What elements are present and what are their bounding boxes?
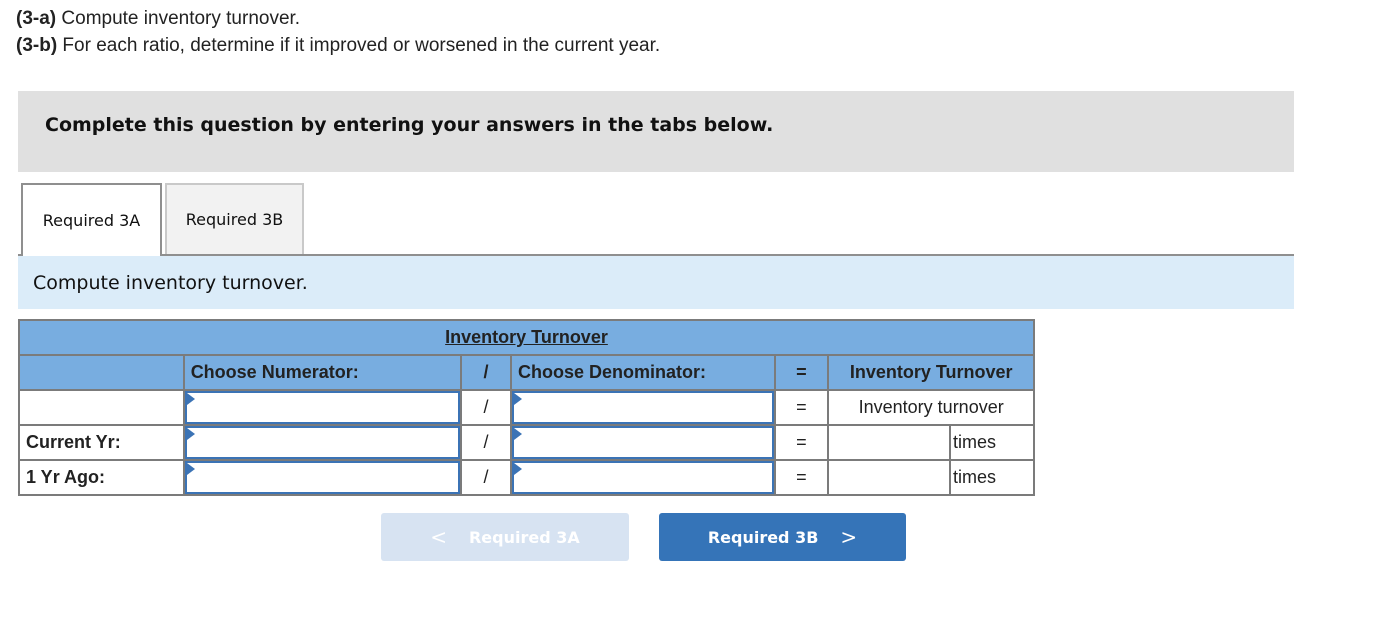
header-divide: /	[460, 354, 512, 391]
instruction-3b: (3-b) For each ratio, determine if it im…	[16, 35, 661, 56]
denominator-dropdown[interactable]	[511, 461, 774, 494]
tab-required-3b[interactable]: Required 3B	[165, 183, 304, 254]
row-label: Current Yr:	[18, 424, 185, 461]
row-label	[18, 389, 185, 426]
numerator-dropdown[interactable]	[184, 461, 461, 494]
instruction-banner: Complete this question by entering your …	[18, 91, 1294, 172]
unit-label: times	[949, 424, 1035, 461]
header-equals: =	[773, 354, 830, 391]
chevron-left-icon: <	[430, 525, 447, 549]
dropdown-indicator-icon	[513, 463, 522, 475]
turnover-input-current-yr[interactable]	[829, 426, 950, 459]
header-denominator: Choose Denominator:	[509, 354, 776, 391]
unit-label: times	[949, 459, 1035, 496]
header-blank	[18, 354, 185, 391]
table-title: Inventory Turnover	[445, 327, 608, 347]
dropdown-indicator-icon	[186, 428, 195, 440]
dropdown-indicator-icon	[513, 393, 522, 405]
next-button-label: Required 3B	[707, 527, 819, 547]
tab-required-3a[interactable]: Required 3A	[21, 183, 162, 256]
equals-sign: =	[773, 424, 830, 461]
table-header-row: Choose Numerator: / Choose Denominator: …	[18, 354, 1035, 391]
row-label: 1 Yr Ago:	[18, 459, 185, 496]
next-required-3b-button[interactable]: Required 3B >	[659, 513, 906, 561]
dropdown-indicator-icon	[186, 393, 195, 405]
equals-sign: =	[773, 459, 830, 496]
prev-required-3a-button[interactable]: < Required 3A	[381, 513, 629, 561]
table-row: 1 Yr Ago: / = times	[18, 459, 1035, 496]
table-row: / = Inventory turnover	[18, 389, 1035, 426]
table-row: Current Yr: / = times	[18, 424, 1035, 461]
header-result: Inventory Turnover	[827, 354, 1035, 391]
numerator-dropdown[interactable]	[184, 391, 461, 424]
banner-text: Complete this question by entering your …	[45, 114, 774, 136]
prev-button-label: Required 3A	[468, 527, 580, 547]
divide-sign: /	[460, 389, 512, 426]
numerator-dropdown[interactable]	[184, 426, 461, 459]
inventory-turnover-table: Inventory Turnover Choose Numerator: / C…	[18, 319, 1035, 496]
instruction-3a: (3-a) Compute inventory turnover.	[16, 8, 301, 29]
chevron-right-icon: >	[840, 525, 858, 549]
table-title-row: Inventory Turnover	[18, 319, 1035, 356]
divide-sign: /	[460, 459, 512, 496]
turnover-input-1-yr-ago[interactable]	[829, 461, 950, 494]
header-numerator: Choose Numerator:	[182, 354, 463, 391]
instructions: (3-a) Compute inventory turnover. (3-b) …	[16, 5, 660, 59]
dropdown-indicator-icon	[186, 463, 195, 475]
divide-sign: /	[460, 424, 512, 461]
equals-sign: =	[773, 389, 830, 426]
result-label: Inventory turnover	[827, 389, 1035, 426]
dropdown-indicator-icon	[513, 428, 522, 440]
tab-bar: Required 3A Required 3B	[18, 183, 1294, 256]
denominator-dropdown[interactable]	[511, 391, 774, 424]
tab-subheading: Compute inventory turnover.	[18, 256, 1294, 309]
denominator-dropdown[interactable]	[511, 426, 774, 459]
subheading-text: Compute inventory turnover.	[33, 272, 308, 294]
